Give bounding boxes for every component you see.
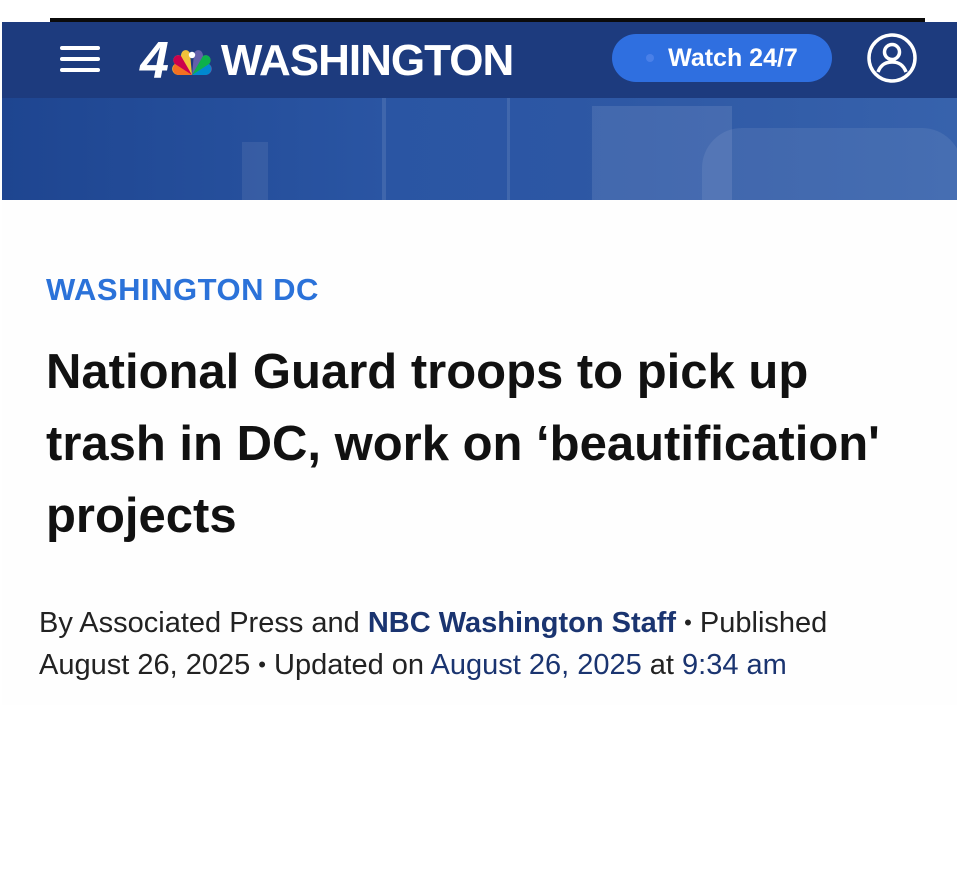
byline-bullet-2: • bbox=[258, 652, 266, 677]
live-dot-icon bbox=[646, 54, 655, 62]
at-label: at bbox=[641, 649, 683, 681]
article-headline: National Guard troops to pick up trash i… bbox=[46, 345, 880, 543]
updated-time: 9:34 am bbox=[682, 649, 787, 681]
article-byline: By Associated Press and NBC Washington S… bbox=[39, 602, 939, 686]
section-label[interactable]: WASHINGTON DC bbox=[46, 272, 319, 308]
updated-label: Updated on bbox=[266, 649, 431, 681]
published-label: Published bbox=[691, 607, 828, 639]
watch-live-button[interactable]: Watch 24/7 bbox=[612, 34, 832, 82]
nbc-washington-logo[interactable]: 4 WASHINGTON bbox=[140, 32, 514, 90]
byline-prefix: By Associated Press and bbox=[39, 607, 368, 639]
nbc-peacock-icon bbox=[172, 50, 212, 75]
published-date: August 26, 2025 bbox=[39, 649, 251, 681]
logo-wordmark: WASHINGTON bbox=[220, 36, 514, 85]
menu-icon[interactable] bbox=[58, 44, 102, 74]
account-icon[interactable] bbox=[866, 32, 918, 84]
byline-staff-link[interactable]: NBC Washington Staff bbox=[368, 607, 676, 639]
logo-number: 4 bbox=[140, 32, 169, 90]
header-hero-image bbox=[2, 98, 957, 200]
updated-date: August 26, 2025 bbox=[430, 649, 642, 681]
watch-live-label: Watch 24/7 bbox=[668, 43, 798, 72]
top-navbar: 4 WASHINGTON Watch 24/7 bbox=[2, 22, 957, 98]
site-header: 4 WASHINGTON Watch 24/7 bbox=[2, 22, 957, 200]
byline-bullet: • bbox=[684, 610, 692, 635]
